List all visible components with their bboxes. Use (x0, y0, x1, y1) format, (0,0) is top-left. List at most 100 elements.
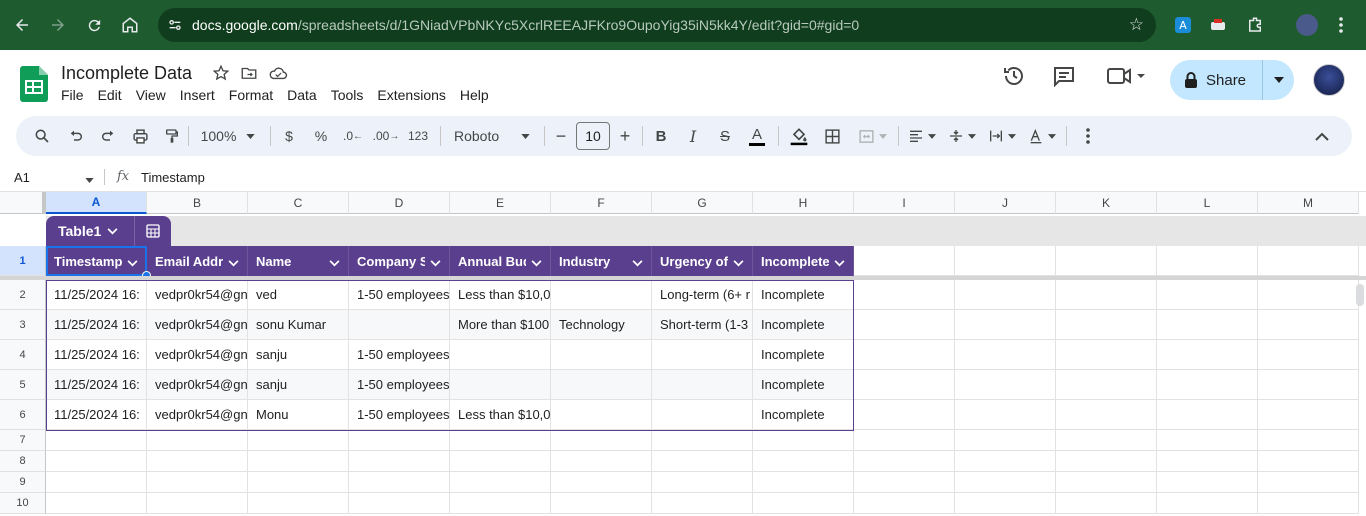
increase-font-size-icon[interactable]: + (616, 116, 634, 156)
column-header[interactable]: H (753, 192, 854, 214)
version-history-icon[interactable] (1002, 64, 1026, 88)
table-cell[interactable]: 1-50 employees (349, 370, 450, 400)
grid-cell[interactable] (753, 430, 854, 451)
table-cell[interactable]: Short-term (1-3 (652, 310, 753, 340)
grid-cell[interactable] (753, 451, 854, 472)
grid-cell[interactable] (955, 472, 1056, 493)
grid-cell[interactable] (854, 340, 955, 370)
table-cell[interactable]: Less than $10,0 (450, 400, 551, 430)
grid-cell[interactable] (854, 493, 955, 514)
star-icon[interactable] (212, 64, 230, 87)
table-cell[interactable]: Incomplete (753, 370, 854, 400)
column-header[interactable]: M (1258, 192, 1359, 214)
table-cell[interactable]: Long-term (6+ r (652, 280, 753, 310)
table-cell[interactable] (551, 370, 652, 400)
grid-cell[interactable] (955, 340, 1056, 370)
meet-video-icon[interactable] (1106, 64, 1146, 88)
search-menus-icon[interactable] (30, 116, 54, 156)
font-select[interactable]: Roboto (446, 116, 538, 156)
chevron-down-icon[interactable] (531, 255, 542, 270)
grid-cell[interactable] (1056, 472, 1157, 493)
grid-cell[interactable] (551, 451, 652, 472)
grid-cell[interactable] (652, 430, 753, 451)
grid-cell[interactable] (147, 493, 248, 514)
column-header[interactable]: A (46, 192, 147, 214)
menu-format[interactable]: Format (222, 87, 280, 103)
grid-cell[interactable] (1056, 430, 1157, 451)
table-cell[interactable]: 11/25/2024 16: (46, 280, 147, 310)
grid-cell[interactable] (1157, 370, 1258, 400)
vertical-scrollbar[interactable] (1356, 284, 1364, 306)
grid-cell[interactable] (955, 280, 1056, 310)
table-cell[interactable]: 11/25/2024 16: (46, 310, 147, 340)
grid-cell[interactable] (1056, 451, 1157, 472)
chevron-down-icon[interactable] (632, 255, 643, 270)
column-header[interactable]: F (551, 192, 652, 214)
table-cell[interactable]: Technology (551, 310, 652, 340)
row-header[interactable]: 10 (0, 493, 46, 514)
grid-cell[interactable] (551, 472, 652, 493)
grid-cell[interactable] (1056, 400, 1157, 430)
comments-icon[interactable] (1052, 64, 1076, 88)
column-header[interactable]: K (1056, 192, 1157, 214)
browser-menu-icon[interactable] (1330, 14, 1352, 36)
table-cell[interactable]: 11/25/2024 16: (46, 400, 147, 430)
grid-cell[interactable] (551, 493, 652, 514)
horizontal-align-icon[interactable] (904, 116, 940, 156)
cloud-status-icon[interactable] (268, 64, 288, 87)
table-view-icon[interactable] (135, 223, 171, 239)
forward-icon[interactable] (40, 7, 76, 43)
row-header[interactable]: 5 (0, 370, 46, 400)
formula-input[interactable]: Timestamp (141, 170, 205, 185)
paint-format-icon[interactable] (160, 116, 184, 156)
grid-cell[interactable] (1157, 400, 1258, 430)
share-button[interactable]: Share (1170, 60, 1294, 100)
table-cell[interactable]: 1-50 employees (349, 340, 450, 370)
grid-cell[interactable] (753, 493, 854, 514)
row-header[interactable]: 8 (0, 451, 46, 472)
grid-cell[interactable] (46, 430, 147, 451)
column-header[interactable]: E (450, 192, 551, 214)
collapse-menus-icon[interactable] (1310, 116, 1334, 156)
grid-cell[interactable] (955, 430, 1056, 451)
grid-cell[interactable] (854, 310, 955, 340)
select-all-corner[interactable] (0, 192, 46, 214)
table-cell[interactable]: 11/25/2024 16: (46, 340, 147, 370)
table-chip[interactable]: Table1 (46, 216, 171, 246)
grid-cell[interactable] (955, 310, 1056, 340)
grid-cell[interactable] (753, 472, 854, 493)
account-avatar[interactable] (1313, 64, 1345, 96)
move-folder-icon[interactable] (240, 64, 258, 87)
grid-cell[interactable] (1056, 370, 1157, 400)
address-bar[interactable]: docs.google.com/spreadsheets/d/1GNiadVPb… (158, 8, 1156, 42)
grid-cell[interactable] (854, 451, 955, 472)
row-header[interactable]: 9 (0, 472, 46, 493)
column-header[interactable]: G (652, 192, 753, 214)
grid-cell[interactable] (652, 472, 753, 493)
grid-cell[interactable] (1157, 493, 1258, 514)
grid-cell[interactable] (147, 430, 248, 451)
grid-cell[interactable] (349, 472, 450, 493)
column-header[interactable]: L (1157, 192, 1258, 214)
grid-cell[interactable] (1258, 451, 1359, 472)
grid-cell[interactable] (1258, 430, 1359, 451)
row-header[interactable]: 2 (0, 280, 46, 310)
grid-cell[interactable] (955, 493, 1056, 514)
print-icon[interactable] (128, 116, 152, 156)
table-column-header[interactable]: Annual Bud (450, 246, 551, 276)
table-cell[interactable] (349, 310, 450, 340)
share-dropdown-icon[interactable] (1263, 77, 1294, 83)
grid-cell[interactable] (450, 430, 551, 451)
more-options-icon[interactable] (1078, 116, 1098, 156)
chevron-down-icon[interactable] (430, 255, 441, 270)
table-cell[interactable]: vedpr0kr54@gn (147, 310, 248, 340)
percent-format-button[interactable]: % (310, 116, 332, 156)
table-cell[interactable]: Less than $10,0 (450, 280, 551, 310)
table-column-header[interactable]: Company S (349, 246, 450, 276)
menu-insert[interactable]: Insert (173, 87, 222, 103)
table-cell[interactable]: Incomplete (753, 280, 854, 310)
vertical-align-icon[interactable] (944, 116, 980, 156)
grid-cell[interactable] (1157, 472, 1258, 493)
grid-cell[interactable] (147, 472, 248, 493)
menu-edit[interactable]: Edit (91, 87, 129, 103)
